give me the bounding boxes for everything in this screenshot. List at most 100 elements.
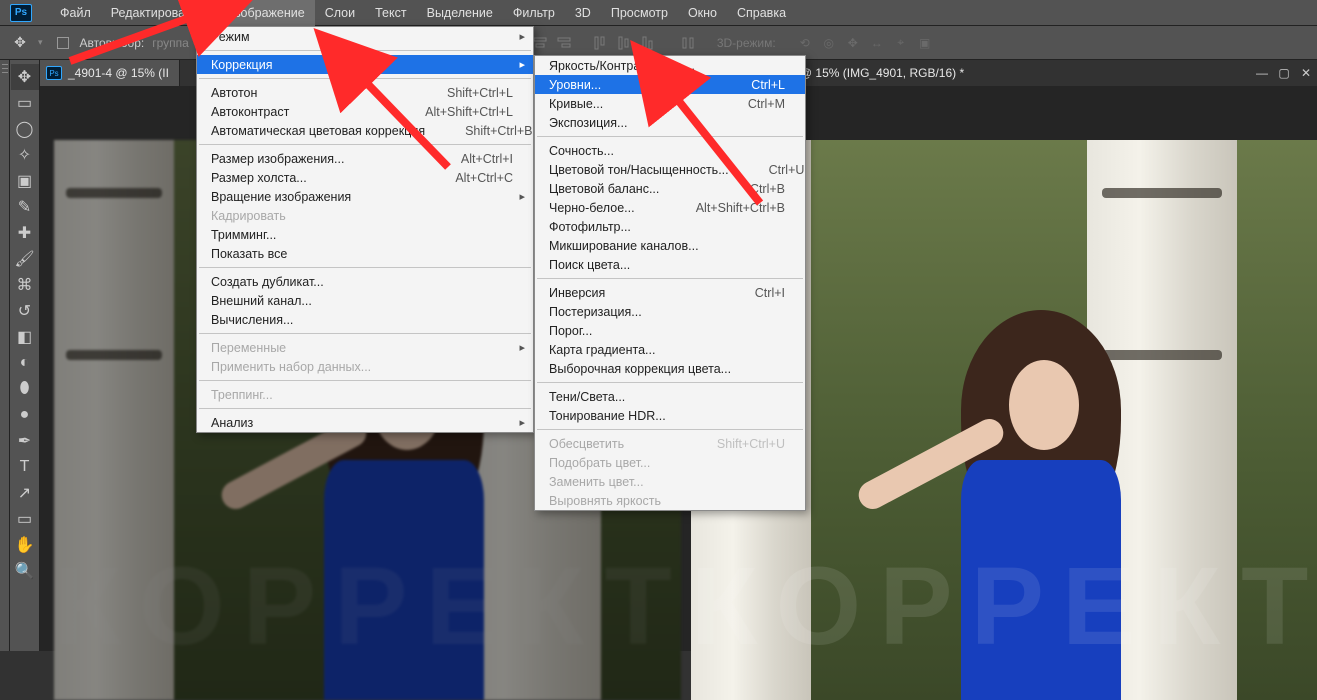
image-menu-item-13[interactable]: Показать все xyxy=(197,244,533,263)
tool-wand-icon[interactable]: ✧ xyxy=(11,142,39,168)
adjust-menu-item-9[interactable]: Фотофильтр... xyxy=(535,217,805,236)
adjust-menu-item-17[interactable]: Выборочная коррекция цвета... xyxy=(535,359,805,378)
adjust-menu-label-2: Кривые... xyxy=(549,97,603,111)
adjust-menu-item-13[interactable]: ИнверсияCtrl+I xyxy=(535,283,805,302)
image-menu-item-6[interactable]: Автоматическая цветовая коррекцияShift+C… xyxy=(197,121,533,140)
image-menu-item-22: Треппинг... xyxy=(197,385,533,404)
adjust-menu-item-20[interactable]: Тонирование HDR... xyxy=(535,406,805,425)
doc-icon: Ps xyxy=(46,66,62,80)
doc-title-1: _4901-4 @ 15% (II xyxy=(68,66,169,80)
image-menu-item-8[interactable]: Размер изображения...Alt+Ctrl+I xyxy=(197,149,533,168)
distribute-icon[interactable] xyxy=(677,32,699,54)
slide-icon[interactable]: ↔ xyxy=(868,34,886,52)
adjust-menu-label-10: Микширование каналов... xyxy=(549,239,699,253)
menu-help[interactable]: Справка xyxy=(727,0,796,26)
tool-dodge-icon[interactable]: ● xyxy=(11,402,39,428)
tool-brush-icon[interactable]: 🖌 xyxy=(11,246,39,272)
adjust-menu-item-19[interactable]: Тени/Света... xyxy=(535,387,805,406)
document-tab-1[interactable]: Ps _4901-4 @ 15% (II xyxy=(40,60,180,86)
adjust-menu-sep-18 xyxy=(537,382,803,383)
tool-eraser-icon[interactable]: ◧ xyxy=(11,324,39,350)
adjust-menu-sep-4 xyxy=(537,136,803,137)
adjust-menu-item-15[interactable]: Порог... xyxy=(535,321,805,340)
tool-pen-icon[interactable]: ✒ xyxy=(11,428,39,454)
menu-select[interactable]: Выделение xyxy=(417,0,503,26)
adjust-menu-item-8[interactable]: Черно-белое...Alt+Shift+Ctrl+B xyxy=(535,198,805,217)
adjust-menu-item-5[interactable]: Сочность... xyxy=(535,141,805,160)
menu-file[interactable]: Файл xyxy=(50,0,101,26)
tool-blur-icon[interactable]: ⬮ xyxy=(11,376,39,402)
tool-gradient-icon[interactable]: ◐ xyxy=(11,350,39,376)
move-tool-icon[interactable]: ✥ xyxy=(8,31,32,55)
image-menu-label-2: Коррекция xyxy=(211,58,272,72)
maximize-icon[interactable]: ▢ xyxy=(1273,62,1295,84)
image-menu-shortcut-6: Shift+Ctrl+B xyxy=(425,124,532,138)
menu-image[interactable]: Изображение xyxy=(216,0,315,26)
image-menu-item-0[interactable]: Режим xyxy=(197,27,533,46)
tool-move-icon[interactable]: ✥ xyxy=(11,64,39,90)
orbit-icon[interactable]: ⟲ xyxy=(796,34,814,52)
autoselect-label: Автовыбор: xyxy=(80,36,145,50)
tool-heal-icon[interactable]: ✚ xyxy=(11,220,39,246)
adjust-menu-item-11[interactable]: Поиск цвета... xyxy=(535,255,805,274)
menu-layers[interactable]: Слои xyxy=(315,0,365,26)
image-menu-item-9[interactable]: Размер холста...Alt+Ctrl+C xyxy=(197,168,533,187)
tool-stamp-icon[interactable]: ⌘ xyxy=(11,272,39,298)
adjust-menu-item-14[interactable]: Постеризация... xyxy=(535,302,805,321)
adjust-menu-item-16[interactable]: Карта градиента... xyxy=(535,340,805,359)
lens-icon[interactable]: ⌖ xyxy=(892,34,910,52)
image-menu-label-11: Кадрировать xyxy=(211,209,286,223)
adjust-menu-item-3[interactable]: Экспозиция... xyxy=(535,113,805,132)
image-menu-item-16[interactable]: Внешний канал... xyxy=(197,291,533,310)
tool-crop-icon[interactable]: ▣ xyxy=(11,168,39,194)
tool-lasso-icon[interactable]: ◯ xyxy=(11,116,39,142)
tool-eyedropper-icon[interactable]: ✎ xyxy=(11,194,39,220)
image-menu-item-5[interactable]: АвтоконтрастAlt+Shift+Ctrl+L xyxy=(197,102,533,121)
minimize-icon[interactable]: — xyxy=(1251,62,1273,84)
image-menu-item-2[interactable]: Коррекция xyxy=(197,55,533,74)
menu-window[interactable]: Окно xyxy=(678,0,727,26)
tool-shape-icon[interactable]: ▭ xyxy=(11,506,39,532)
tool-type-icon[interactable]: T xyxy=(11,454,39,480)
menubar: Ps Файл Редактирование Изображение Слои … xyxy=(0,0,1317,26)
adjust-menu-item-0[interactable]: Яркость/Контрастность... xyxy=(535,56,805,75)
image-menu-item-17[interactable]: Вычисления... xyxy=(197,310,533,329)
image-menu-item-24[interactable]: Анализ xyxy=(197,413,533,432)
adjust-menu-item-6[interactable]: Цветовой тон/Насыщенность...Ctrl+U xyxy=(535,160,805,179)
image-menu-label-20: Применить набор данных... xyxy=(211,360,371,374)
tool-hand-icon[interactable]: ✋ xyxy=(11,532,39,558)
menu-3d[interactable]: 3D xyxy=(565,0,601,26)
tool-history-brush-icon[interactable]: ↺ xyxy=(11,298,39,324)
image-menu-label-15: Создать дубликат... xyxy=(211,275,324,289)
align-bottom-icon[interactable] xyxy=(637,32,659,54)
adjust-menu-label-1: Уровни... xyxy=(549,78,601,92)
adjust-menu-item-1[interactable]: Уровни...Ctrl+L xyxy=(535,75,805,94)
adjust-menu-item-2[interactable]: Кривые...Ctrl+M xyxy=(535,94,805,113)
adjust-menu-label-17: Выборочная коррекция цвета... xyxy=(549,362,731,376)
align-right-icon[interactable] xyxy=(553,32,575,54)
adjust-menu-item-25: Выровнять яркость xyxy=(535,491,805,510)
adjust-menu-item-10[interactable]: Микширование каналов... xyxy=(535,236,805,255)
image-menu-item-10[interactable]: Вращение изображения xyxy=(197,187,533,206)
align-top-icon[interactable] xyxy=(589,32,611,54)
image-menu-item-12[interactable]: Тримминг... xyxy=(197,225,533,244)
align-center-v-icon[interactable] xyxy=(613,32,635,54)
tool-path-icon[interactable]: ↗ xyxy=(11,480,39,506)
close-icon[interactable]: ✕ xyxy=(1295,62,1317,84)
menu-filter[interactable]: Фильтр xyxy=(503,0,565,26)
pan-icon[interactable]: ✥ xyxy=(844,34,862,52)
extra-3d-icons: ⟲ ◎ ✥ ↔ ⌖ ▣ xyxy=(796,34,934,52)
image-menu-item-4[interactable]: АвтотонShift+Ctrl+L xyxy=(197,83,533,102)
tool-zoom-icon[interactable]: 🔍 xyxy=(11,558,39,584)
adjust-menu-label-23: Подобрать цвет... xyxy=(549,456,650,470)
cam-icon[interactable]: ▣ xyxy=(916,34,934,52)
roll-icon[interactable]: ◎ xyxy=(820,34,838,52)
menu-edit[interactable]: Редактирование xyxy=(101,0,216,26)
adjust-menu-item-7[interactable]: Цветовой баланс...Ctrl+B xyxy=(535,179,805,198)
autoselect-checkbox[interactable] xyxy=(57,37,69,49)
menu-view[interactable]: Просмотр xyxy=(601,0,678,26)
menu-text[interactable]: Текст xyxy=(365,0,416,26)
toolbox-grip[interactable] xyxy=(0,60,10,651)
tool-marquee-icon[interactable]: ▭ xyxy=(11,90,39,116)
image-menu-item-15[interactable]: Создать дубликат... xyxy=(197,272,533,291)
